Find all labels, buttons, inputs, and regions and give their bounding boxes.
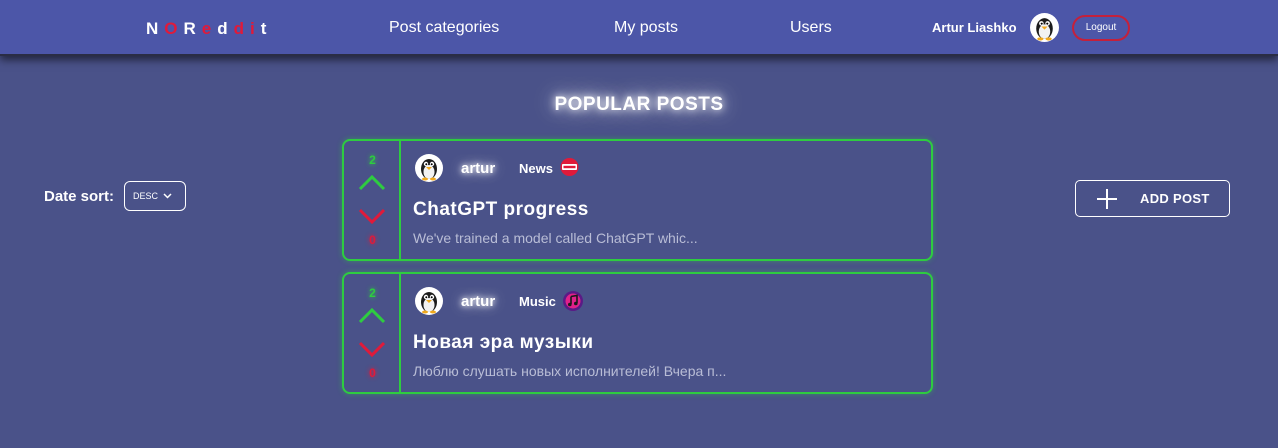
downvote-count: 0 xyxy=(369,233,376,247)
logo-letter: R xyxy=(183,19,202,38)
news-icon xyxy=(560,158,579,176)
music-icon xyxy=(563,291,583,311)
logo-letter: t xyxy=(260,19,273,38)
penguin-icon xyxy=(1036,18,1053,41)
chevron-down-icon xyxy=(163,193,172,199)
post-category[interactable]: Music xyxy=(519,294,556,309)
upvote-count: 2 xyxy=(369,153,376,167)
author-avatar[interactable] xyxy=(415,154,443,182)
logo-letter: e xyxy=(201,19,218,38)
post-author[interactable]: artur xyxy=(461,160,495,177)
user-avatar[interactable] xyxy=(1030,13,1059,42)
penguin-icon xyxy=(421,159,437,181)
nav-link-users[interactable]: Users xyxy=(790,19,832,37)
downvote-count: 0 xyxy=(369,366,376,380)
post-title[interactable]: Новая эра музыки xyxy=(413,332,594,354)
current-user-name[interactable]: Artur Liashko xyxy=(932,20,1017,35)
logo-letter: i xyxy=(250,19,261,38)
author-avatar[interactable] xyxy=(415,287,443,315)
post-excerpt: We've trained a model called ChatGPT whi… xyxy=(413,230,698,246)
post-excerpt: Люблю слушать новых исполнителей! Вчера … xyxy=(413,363,727,379)
upvote-arrow-icon[interactable] xyxy=(358,307,386,324)
nav-link-my-posts[interactable]: My posts xyxy=(614,19,678,37)
date-sort-label: Date sort: xyxy=(44,188,115,205)
downvote-arrow-icon[interactable] xyxy=(358,341,386,358)
post-card[interactable]: 2 0 artur Music Новая эра музыки Люблю с… xyxy=(342,272,933,394)
logo-letter: N xyxy=(146,19,165,38)
vote-column: 2 0 xyxy=(344,141,401,259)
date-sort-select[interactable]: DESC xyxy=(124,181,186,211)
penguin-icon xyxy=(421,292,437,314)
page-title: POPULAR POSTS xyxy=(554,94,724,115)
nav-link-post-categories[interactable]: Post categories xyxy=(389,19,499,37)
upvote-count: 2 xyxy=(369,286,376,300)
vote-column: 2 0 xyxy=(344,274,401,392)
logo-letter: d xyxy=(217,19,234,38)
navbar: NOReddit Post categories My posts Users … xyxy=(0,0,1278,56)
downvote-arrow-icon[interactable] xyxy=(358,208,386,225)
post-card[interactable]: 2 0 artur News ChatGPT progress We've tr… xyxy=(342,139,933,261)
add-post-label: ADD POST xyxy=(1140,191,1210,206)
date-sort-value: DESC xyxy=(133,191,159,201)
upvote-arrow-icon[interactable] xyxy=(358,174,386,191)
plus-icon xyxy=(1097,188,1117,209)
logout-button[interactable]: Logout xyxy=(1072,15,1130,41)
post-title[interactable]: ChatGPT progress xyxy=(413,199,589,221)
logo[interactable]: NOReddit xyxy=(146,19,272,39)
add-post-button[interactable]: ADD POST xyxy=(1075,180,1230,217)
post-category[interactable]: News xyxy=(519,161,553,176)
post-author[interactable]: artur xyxy=(461,293,495,310)
logo-letter: d xyxy=(233,19,251,38)
logo-letter: O xyxy=(164,19,184,38)
